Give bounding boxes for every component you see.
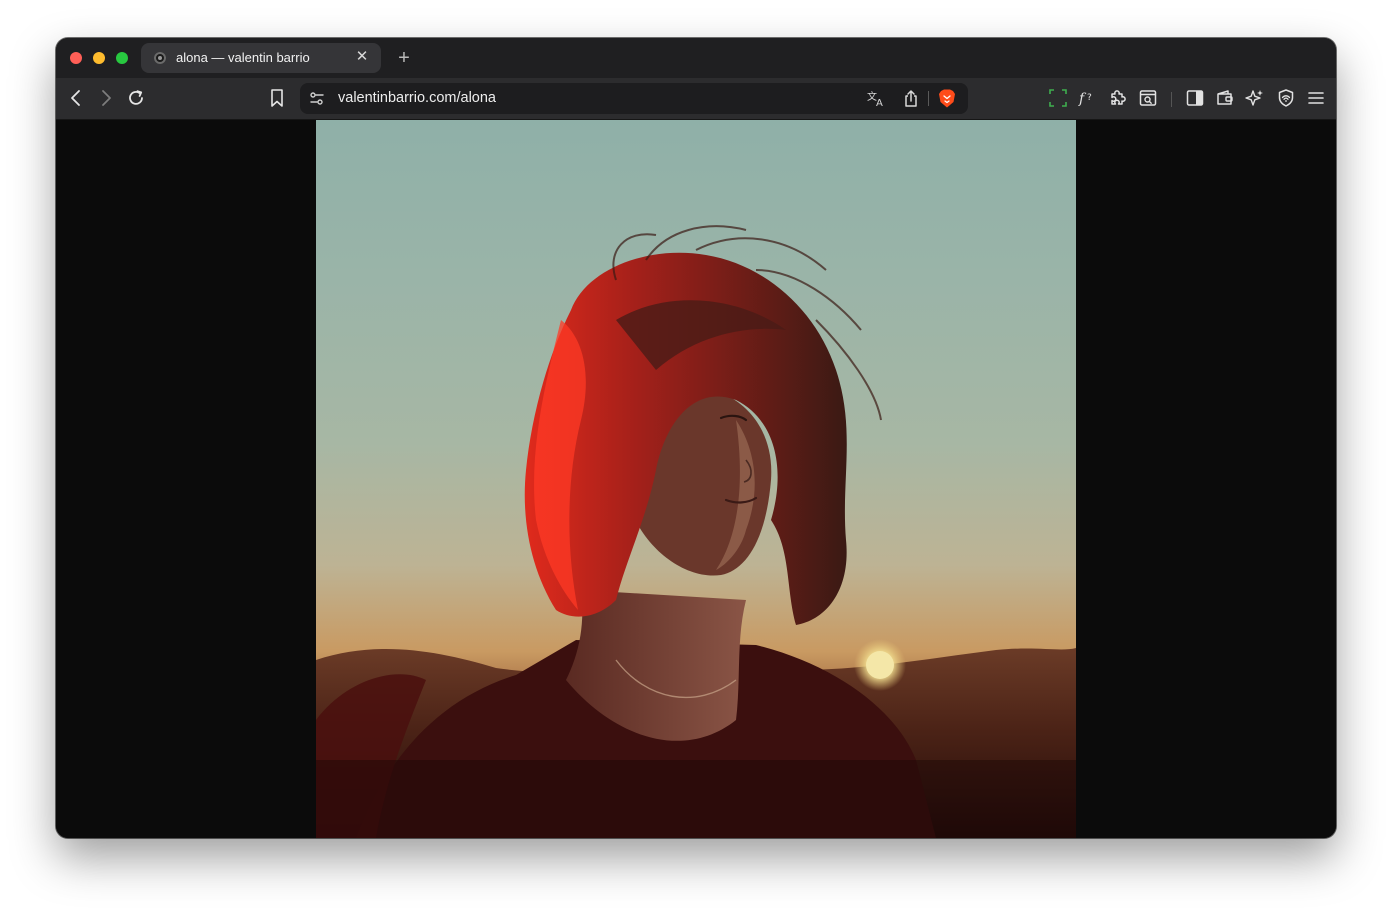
url-text[interactable]: valentinbarrio.com/alona	[338, 90, 496, 106]
site-info-icon[interactable]	[308, 90, 326, 107]
search-page-icon[interactable]	[1136, 87, 1160, 109]
translate-icon[interactable]: 文A	[866, 89, 888, 109]
forward-icon[interactable]	[94, 87, 118, 109]
tab-title: alona — valentin barrio	[176, 50, 310, 65]
formula-icon[interactable]: f?	[1076, 87, 1100, 109]
maximize-window-button[interactable]	[116, 52, 128, 64]
share-icon[interactable]	[902, 88, 920, 109]
tab-active[interactable]: alona — valentin barrio ✕	[141, 43, 381, 73]
svg-text:?: ?	[1087, 93, 1092, 103]
page-content	[56, 120, 1336, 838]
reload-icon[interactable]	[124, 87, 148, 109]
svg-text:f: f	[1078, 91, 1087, 107]
wallet-icon[interactable]	[1213, 87, 1237, 109]
portrait-illustration	[316, 225, 1076, 838]
extensions-icon[interactable]	[1106, 87, 1130, 109]
back-icon[interactable]	[64, 87, 88, 109]
tab-close-icon[interactable]: ✕	[353, 48, 371, 66]
address-bar[interactable]: valentinbarrio.com/alona 文A	[300, 83, 968, 114]
sidebar-icon[interactable]	[1183, 87, 1207, 109]
minimize-window-button[interactable]	[93, 52, 105, 64]
browser-window: alona — valentin barrio ✕ + valentinbarr…	[56, 38, 1336, 838]
svg-text:A: A	[876, 98, 883, 109]
leo-ai-icon[interactable]	[1243, 87, 1267, 109]
site-favicon-icon	[154, 52, 166, 64]
url-divider	[928, 91, 929, 106]
brave-shields-icon[interactable]	[937, 88, 957, 109]
portrait-photo	[316, 120, 1076, 838]
tab-strip: alona — valentin barrio ✕ +	[56, 38, 1336, 78]
vpn-shield-icon[interactable]	[1274, 87, 1298, 109]
menu-icon[interactable]	[1304, 87, 1328, 109]
toolbar: valentinbarrio.com/alona 文A f?	[56, 78, 1336, 120]
bookmark-icon[interactable]	[265, 87, 289, 109]
toolbar-divider	[1171, 92, 1172, 107]
screenshot-icon[interactable]	[1046, 87, 1070, 109]
new-tab-button[interactable]: +	[393, 47, 415, 69]
close-window-button[interactable]	[70, 52, 82, 64]
